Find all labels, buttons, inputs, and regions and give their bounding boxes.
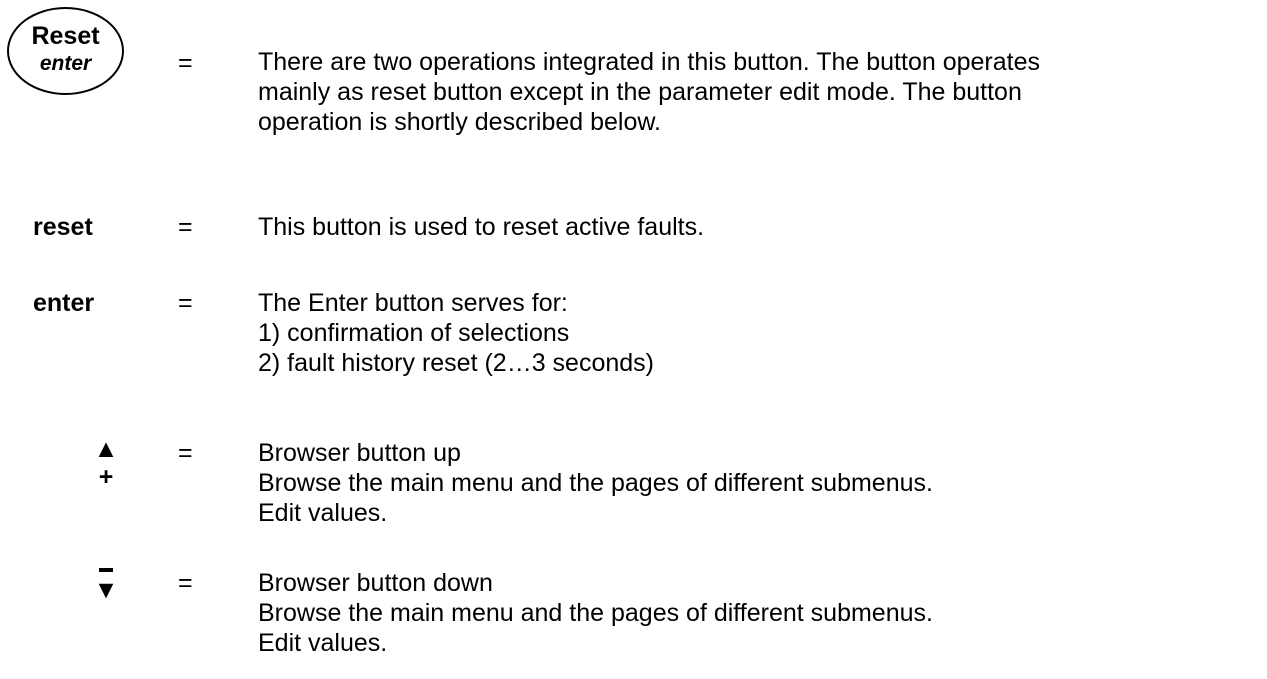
arrow-up-icon: ▲ (93, 435, 119, 463)
arrow-down-icon: ▼ (93, 576, 119, 604)
reset-enter-key-icon: Reset enter (7, 7, 124, 95)
reset-description: This button is used to reset active faul… (258, 212, 704, 242)
description-line: The Enter button serves for: (258, 289, 568, 317)
reset-enter-equals: = (178, 49, 193, 77)
description-line: Browse the main menu and the pages of di… (258, 599, 933, 627)
description-line: mainly as reset button except in the par… (258, 78, 1022, 106)
description-line: operation is shortly described below. (258, 108, 662, 136)
browser-up-description: Browser button up Browse the main menu a… (258, 438, 933, 528)
browser-down-equals: = (178, 569, 193, 597)
plus-icon: + (98, 463, 114, 491)
enter-label: enter (33, 289, 95, 317)
description-line: Browse the main menu and the pages of di… (258, 469, 933, 497)
enter-equals: = (178, 289, 193, 317)
description-line: Browser button up (258, 439, 461, 467)
reset-label: reset (33, 213, 93, 241)
reset-key-label: Reset (31, 22, 100, 50)
minus-icon (99, 568, 113, 572)
reset-enter-description: There are two operations integrated in t… (258, 47, 1040, 137)
description-line: 2) fault history reset (2…3 seconds) (258, 349, 654, 377)
description-line: Edit values. (258, 499, 388, 527)
reset-equals: = (178, 213, 193, 241)
description-line: This button is used to reset active faul… (258, 213, 705, 241)
browser-down-description: Browser button down Browse the main menu… (258, 568, 933, 658)
browser-up-equals: = (178, 439, 193, 467)
description-line: 1) confirmation of selections (258, 319, 570, 347)
description-line: There are two operations integrated in t… (258, 48, 1040, 76)
enter-key-label: enter (39, 52, 92, 75)
description-line: Browser button down (258, 569, 493, 597)
enter-description: The Enter button serves for: 1) confirma… (258, 288, 654, 378)
description-line: Edit values. (258, 629, 388, 657)
